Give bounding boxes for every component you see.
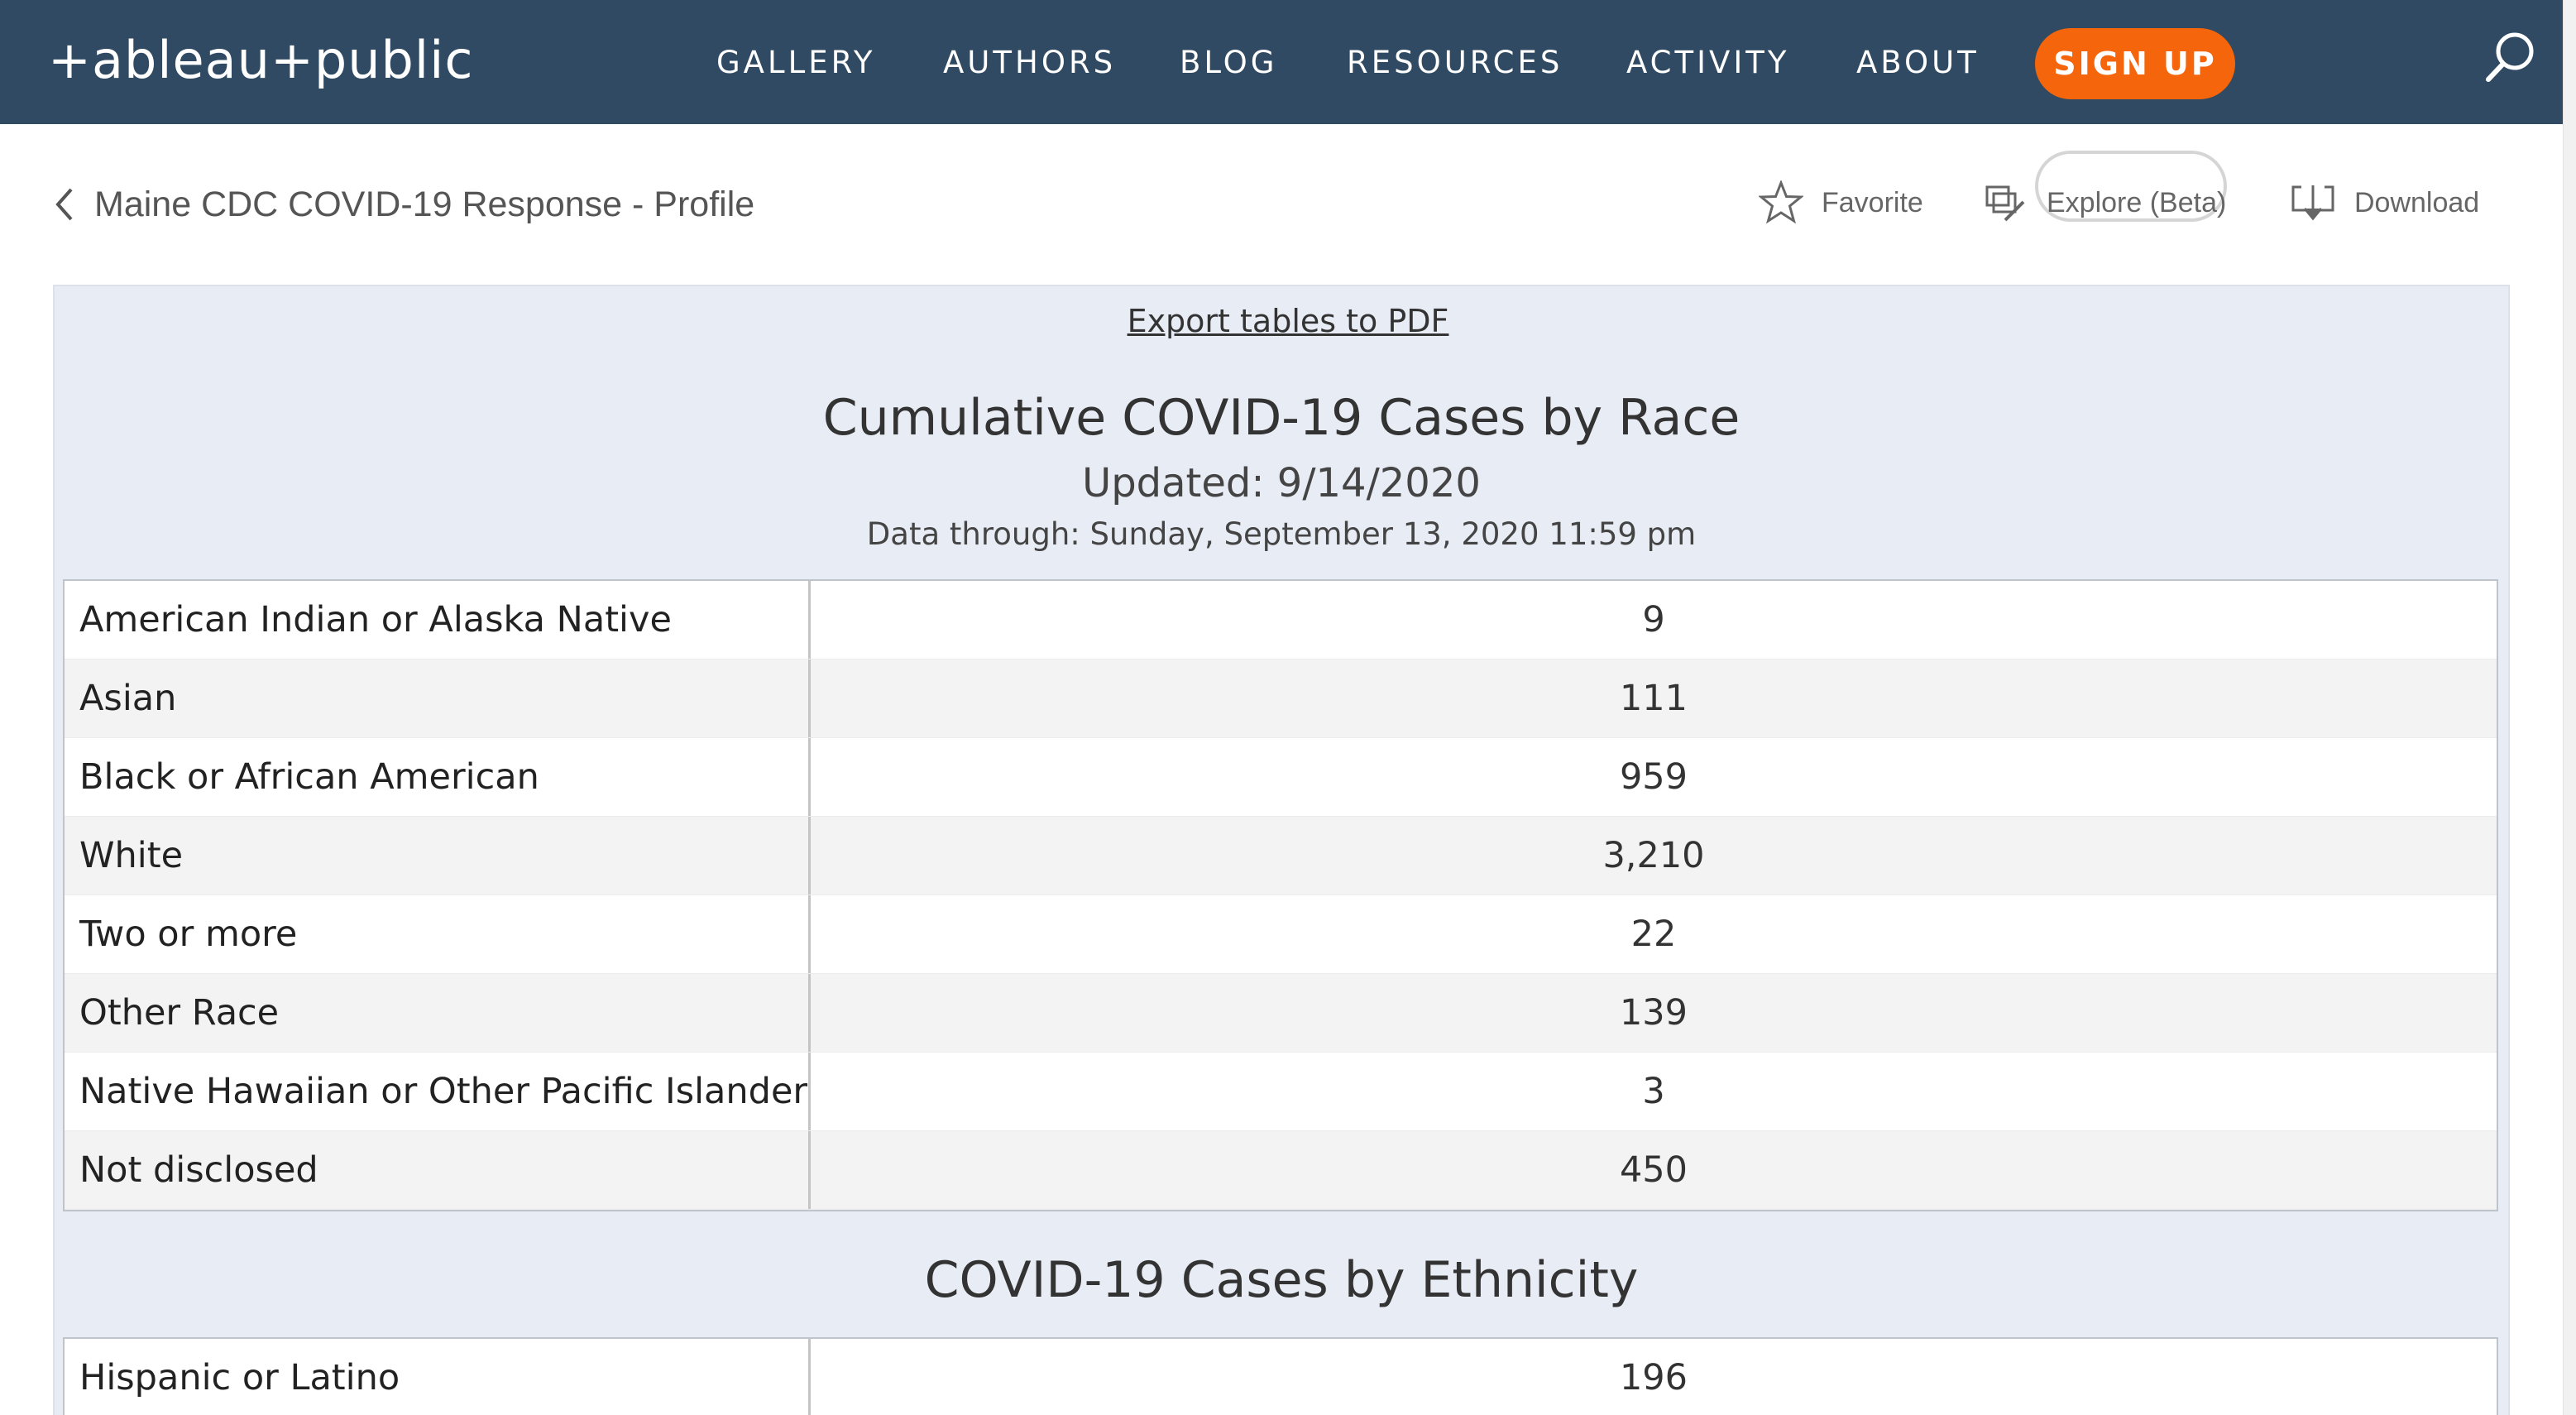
ethnicity-table-title: COVID-19 Cases by Ethnicity [924, 1251, 1639, 1309]
case-count: 22 [1630, 914, 1677, 955]
ethnicity-label: Hispanic or Latino [65, 1339, 811, 1415]
case-count: 111 [1619, 678, 1688, 719]
logo-text: +ableau+public [48, 29, 474, 90]
favorite-button[interactable]: Favorite [1759, 174, 1923, 232]
nav-label: ACTIVITY [1626, 44, 1790, 80]
table-row[interactable]: Two or more 22 [65, 895, 2497, 974]
table-row[interactable]: Native Hawaiian or Other Pacific Islande… [65, 1053, 2497, 1131]
back-to-profile-link[interactable]: Maine CDC COVID-19 Response - Profile [55, 175, 754, 233]
tableau-public-logo[interactable]: +ableau+public [48, 18, 473, 101]
download-icon [2291, 185, 2334, 221]
download-button[interactable]: Download [2290, 174, 2479, 232]
explore-label: Explore (Beta) [2047, 186, 2227, 218]
star-icon [1759, 180, 1803, 224]
download-label: Download [2354, 186, 2480, 218]
race-label: Not disclosed [65, 1131, 811, 1209]
race-label: American Indian or Alaska Native [65, 581, 811, 659]
sign-up-button[interactable]: SIGN UP [2035, 28, 2235, 99]
race-label: Two or more [65, 895, 811, 973]
table-row[interactable]: Black or African American 959 [65, 738, 2497, 817]
table-row[interactable]: Asian 111 [65, 660, 2497, 738]
search-icon[interactable] [2482, 28, 2540, 86]
nav-gallery[interactable]: GALLERY [716, 0, 876, 124]
updated-date: Updated: 9/14/2020 [1082, 460, 1481, 506]
nav-activity[interactable]: ACTIVITY [1626, 0, 1789, 124]
race-label: White [65, 817, 811, 895]
nav-label: GALLERY [716, 44, 876, 80]
race-label: Black or African American [65, 738, 811, 816]
back-link-label: Maine CDC COVID-19 Response - Profile [94, 184, 755, 224]
case-count: 3,210 [1602, 835, 1705, 876]
sign-up-label: SIGN UP [2053, 46, 2217, 82]
race-label: Other Race [65, 974, 811, 1052]
chevron-left-icon [55, 188, 73, 221]
nav-label: BLOG [1180, 44, 1278, 80]
race-label: Asian [65, 660, 811, 737]
case-count: 450 [1619, 1149, 1688, 1191]
explore-edit-icon [1985, 185, 2025, 222]
case-count: 139 [1619, 992, 1688, 1034]
race-label: Native Hawaiian or Other Pacific Islande… [65, 1053, 811, 1130]
nav-label: RESOURCES [1347, 44, 1563, 80]
export-label[interactable]: Export tables to PDF [1128, 303, 1449, 339]
favorite-label: Favorite [1822, 186, 1923, 218]
race-table-title: Cumulative COVID-19 Cases by Race [822, 389, 1740, 447]
data-through-text: Data through: Sunday, September 13, 2020… [866, 516, 1697, 552]
nav-label: ABOUT [1856, 44, 1980, 80]
race-cases-table: American Indian or Alaska Native 9 Asian… [63, 579, 2498, 1211]
nav-resources[interactable]: RESOURCES [1347, 0, 1563, 124]
nav-blog[interactable]: BLOG [1180, 0, 1277, 124]
table-row[interactable]: American Indian or Alaska Native 9 [65, 581, 2497, 660]
case-count: 9 [1642, 599, 1665, 640]
table-row[interactable]: Hispanic or Latino 196 [65, 1339, 2497, 1415]
case-count: 959 [1619, 756, 1688, 798]
nav-label: AUTHORS [943, 44, 1117, 80]
table-row[interactable]: White 3,210 [65, 817, 2497, 895]
page-scrollbar[interactable] [2563, 0, 2576, 1415]
table-row[interactable]: Not disclosed 450 [65, 1131, 2497, 1210]
nav-about[interactable]: ABOUT [1856, 0, 1980, 124]
case-count: 3 [1642, 1071, 1665, 1112]
export-tables-pdf-link[interactable]: Export tables to PDF [0, 303, 2576, 339]
ethnicity-cases-table: Hispanic or Latino 196 [63, 1337, 2498, 1415]
explore-button[interactable]: Explore (Beta) [1984, 174, 2226, 232]
case-count: 196 [1619, 1357, 1688, 1398]
table-row[interactable]: Other Race 139 [65, 974, 2497, 1053]
top-navbar: +ableau+public GALLERY AUTHORS BLOG RESO… [0, 0, 2563, 124]
nav-authors[interactable]: AUTHORS [943, 0, 1116, 124]
